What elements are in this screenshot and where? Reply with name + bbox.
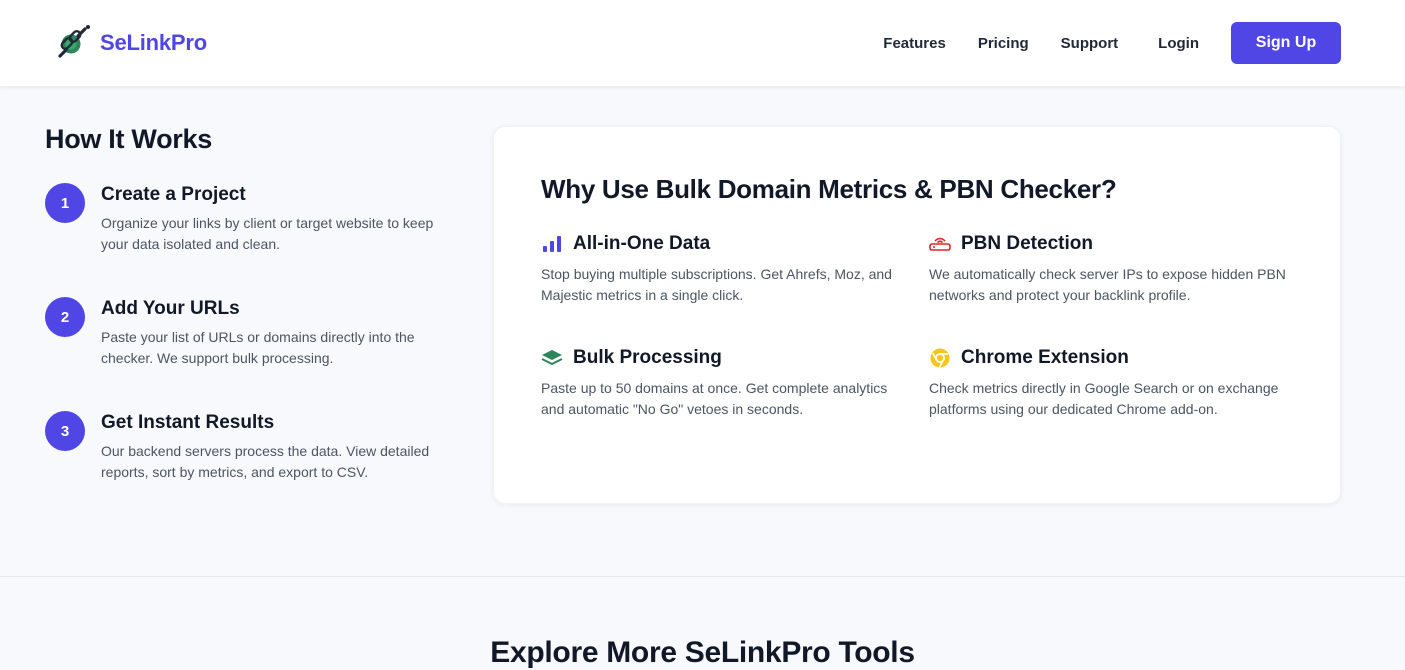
brand-name: SeLinkPro — [100, 30, 208, 55]
login-link[interactable]: Login — [1158, 35, 1199, 52]
feature-description: We automatically check server IPs to exp… — [929, 266, 1286, 303]
step-title: Create a Project — [101, 184, 246, 205]
explore-tools-title: Explore More SeLinkPro Tools — [490, 636, 915, 669]
feature-all-in-one-data: All-in-One Data Stop buying multiple sub… — [541, 232, 901, 306]
site-header: SeLinkPro Features Pricing Support Login… — [0, 0, 1405, 87]
main-nav: Features Pricing Support Login Sign Up — [883, 22, 1341, 64]
why-use-title: Why Use Bulk Domain Metrics & PBN Checke… — [541, 174, 1117, 204]
feature-description: Stop buying multiple subscriptions. Get … — [541, 266, 892, 303]
feature-title: PBN Detection — [961, 233, 1093, 254]
feature-pbn-detection: PBN Detection We automatically check ser… — [929, 232, 1289, 306]
feature-description: Paste up to 50 domains at once. Get comp… — [541, 380, 888, 417]
sign-up-button[interactable]: Sign Up — [1231, 22, 1341, 64]
step-number-badge: 3 — [45, 411, 85, 451]
bar-chart-icon — [541, 233, 563, 255]
feature-chrome-extension: Chrome Extension Check metrics directly … — [929, 346, 1289, 420]
feature-title: Chrome Extension — [961, 347, 1129, 368]
brand-logo[interactable]: SeLinkPro — [52, 23, 207, 63]
why-use-card: Why Use Bulk Domain Metrics & PBN Checke… — [493, 126, 1341, 504]
step-item: 2 Add Your URLs Paste your list of URLs … — [45, 297, 465, 369]
how-it-works-section: How It Works 1 Create a Project Organize… — [45, 124, 465, 480]
chain-link-icon — [58, 25, 90, 58]
step-number-badge: 1 — [45, 183, 85, 223]
step-number-badge: 2 — [45, 297, 85, 337]
server-network-icon — [929, 233, 951, 255]
nav-link-features[interactable]: Features — [883, 35, 946, 52]
section-divider — [0, 576, 1405, 577]
step-description: Paste your list of URLs or domains direc… — [101, 329, 415, 366]
step-title: Add Your URLs — [101, 298, 240, 319]
chrome-icon — [929, 347, 951, 369]
step-item: 3 Get Instant Results Our backend server… — [45, 411, 465, 483]
feature-bulk-processing: Bulk Processing Paste up to 50 domains a… — [541, 346, 901, 420]
feature-title: All-in-One Data — [573, 233, 711, 254]
step-title: Get Instant Results — [101, 412, 275, 433]
nav-link-pricing[interactable]: Pricing — [978, 35, 1029, 52]
step-description: Our backend servers process the data. Vi… — [101, 443, 430, 480]
feature-description: Check metrics directly in Google Search … — [929, 380, 1279, 417]
how-it-works-title: How It Works — [45, 124, 212, 154]
step-item: 1 Create a Project Organize your links b… — [45, 183, 465, 255]
nav-link-support[interactable]: Support — [1061, 35, 1119, 52]
layers-icon — [541, 347, 563, 369]
step-description: Organize your links by client or target … — [101, 215, 434, 252]
feature-title: Bulk Processing — [573, 347, 722, 368]
